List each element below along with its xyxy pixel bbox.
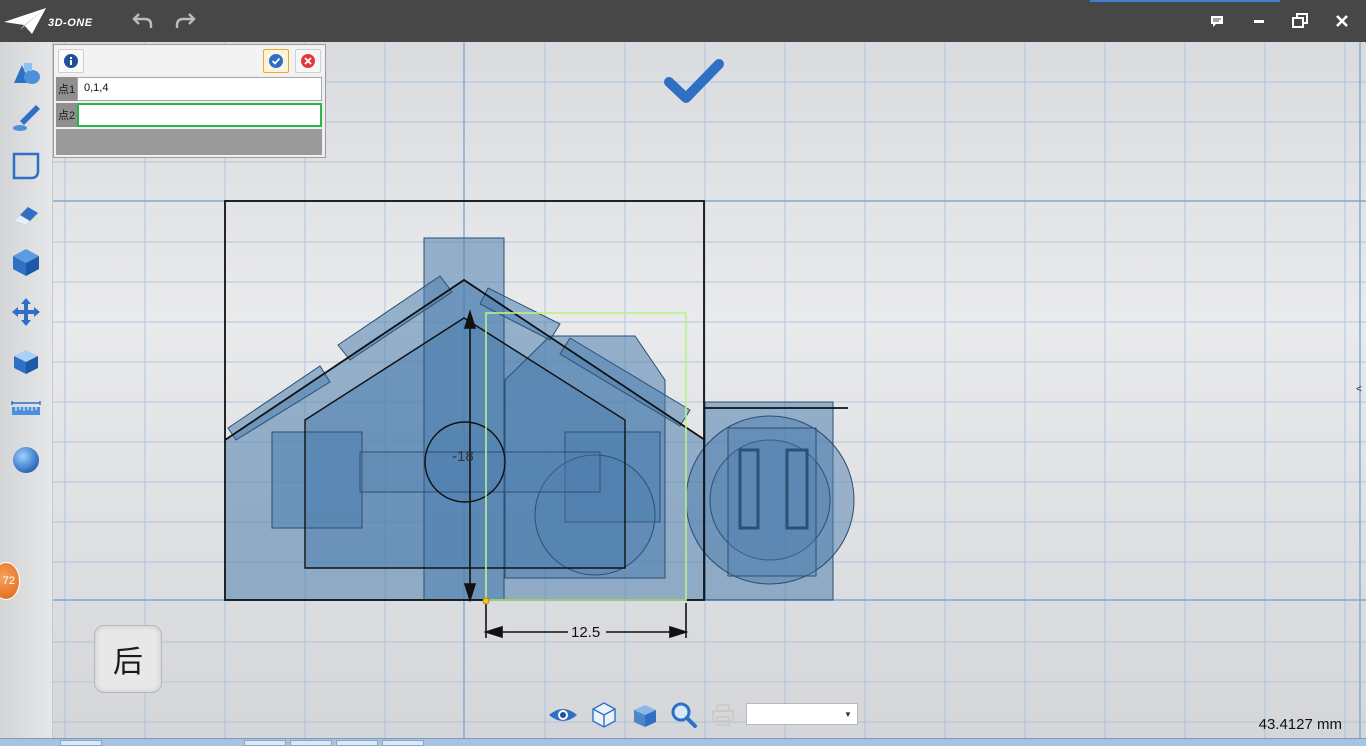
horizontal-dimension-label[interactable]: 12.5 xyxy=(571,624,600,641)
filter-dropdown[interactable]: ▼ xyxy=(746,703,858,725)
view-cube-button[interactable] xyxy=(588,700,620,730)
point2-input[interactable] xyxy=(77,103,322,127)
basic-shapes-icon xyxy=(14,63,40,84)
basic-shapes-tool[interactable] xyxy=(8,54,44,90)
side-panel-collapse-icon[interactable]: < xyxy=(1356,384,1362,395)
info-icon xyxy=(64,54,78,68)
taskbar-item[interactable] xyxy=(244,740,286,746)
render-mode-button[interactable] xyxy=(629,700,661,730)
big-check-icon xyxy=(664,59,724,103)
measure-icon xyxy=(11,401,41,415)
point-input-panel: 点1 0,1,4 点2 xyxy=(53,44,326,158)
chat-button[interactable] xyxy=(1204,8,1230,34)
check-icon xyxy=(269,54,283,68)
minimize-icon xyxy=(1254,20,1264,23)
badge-count: 72 xyxy=(2,575,15,587)
material-tool[interactable] xyxy=(8,442,44,478)
taskbar-item[interactable] xyxy=(336,740,378,746)
redo-button[interactable] xyxy=(172,8,198,34)
special-features-icon xyxy=(13,249,39,276)
undo-button[interactable] xyxy=(130,8,156,34)
point1-input[interactable]: 0,1,4 xyxy=(77,77,322,101)
undo-icon xyxy=(132,13,153,28)
eraser-tool[interactable] xyxy=(8,196,44,232)
close-icon xyxy=(1336,15,1348,27)
zoom-button[interactable] xyxy=(668,700,700,730)
taskbar-item[interactable] xyxy=(60,740,102,746)
move-icon xyxy=(12,298,40,326)
sketch-rectangle-tool[interactable] xyxy=(8,148,44,184)
sketch-rectangle-icon xyxy=(12,152,40,180)
taskbar-item[interactable] xyxy=(382,740,424,746)
sketch-pen-icon xyxy=(13,105,40,131)
active-tab-indicator xyxy=(1090,0,1280,2)
restore-button[interactable] xyxy=(1287,8,1313,34)
paper-plane-icon xyxy=(4,8,46,34)
close-window-button[interactable] xyxy=(1329,8,1355,34)
cancel-button[interactable] xyxy=(295,49,321,73)
os-taskbar xyxy=(0,738,1366,746)
panel-footer xyxy=(56,129,322,155)
measure-tool[interactable] xyxy=(8,392,44,428)
show-hide-button[interactable] xyxy=(547,700,579,730)
point2-label: 点2 xyxy=(56,103,78,127)
taskbar-item[interactable] xyxy=(290,740,332,746)
logo-text: 3D-ONE xyxy=(48,17,93,29)
print-button[interactable] xyxy=(707,700,739,730)
cancel-icon xyxy=(301,54,315,68)
restore-icon xyxy=(1292,13,1308,28)
view-orientation-label[interactable]: 后 xyxy=(94,625,162,693)
title-bar: 3D-ONE xyxy=(0,0,1366,42)
minimize-button[interactable] xyxy=(1246,8,1272,34)
info-button[interactable] xyxy=(58,49,84,73)
eraser-icon xyxy=(14,207,38,225)
special-features-tool[interactable] xyxy=(8,244,44,280)
shaded-box-icon xyxy=(634,705,656,727)
chevron-down-icon: ▼ xyxy=(844,709,852,719)
eye-icon xyxy=(549,709,577,721)
left-toolbar xyxy=(0,42,53,746)
combine-icon xyxy=(14,350,38,374)
point1-label: 点1 xyxy=(56,77,78,101)
view-cube-icon xyxy=(592,702,616,728)
combine-tool[interactable] xyxy=(8,344,44,380)
chat-icon xyxy=(1211,16,1223,27)
confirm-button[interactable] xyxy=(664,56,724,106)
sketch-pen-tool[interactable] xyxy=(8,100,44,136)
house-model xyxy=(224,237,855,601)
move-tool[interactable] xyxy=(8,294,44,330)
distance-readout: 43.4127 mm xyxy=(1258,716,1342,733)
zoom-icon xyxy=(671,702,697,728)
app-logo[interactable]: 3D-ONE xyxy=(2,4,94,38)
material-sphere-icon xyxy=(13,447,39,473)
print-icon xyxy=(712,704,734,726)
vertical-dimension-label[interactable]: -18 xyxy=(452,448,474,465)
redo-icon xyxy=(175,13,196,28)
ok-button[interactable] xyxy=(263,49,289,73)
panel-header xyxy=(54,45,325,75)
